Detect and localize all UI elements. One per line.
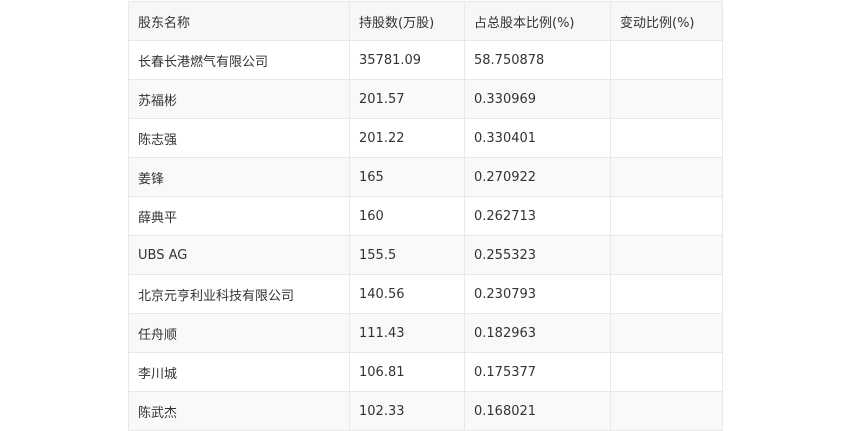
cell-shares-held: 165: [349, 157, 465, 197]
cell-share-ratio: 0.255323: [464, 235, 611, 275]
cell-shareholder-name: 北京元亨利业科技有限公司: [128, 274, 350, 314]
cell-change-ratio: [610, 391, 723, 431]
cell-share-ratio: 0.262713: [464, 196, 611, 236]
cell-share-ratio: 0.270922: [464, 157, 611, 197]
cell-shares-held: 201.22: [349, 118, 465, 158]
cell-shareholder-name: 薛典平: [128, 196, 350, 236]
cell-share-ratio: 0.330401: [464, 118, 611, 158]
cell-shares-held: 35781.09: [349, 40, 465, 80]
cell-shares-held: 160: [349, 196, 465, 236]
cell-share-ratio: 58.750878: [464, 40, 611, 80]
cell-change-ratio: [610, 157, 723, 197]
table-row: UBS AG 155.5 0.255323: [128, 235, 723, 275]
shareholder-table-container: 股东名称 持股数(万股) 占总股本比例(%) 变动比例(%) 长春长港燃气有限公…: [128, 1, 723, 431]
cell-shareholder-name: UBS AG: [128, 235, 350, 275]
cell-shares-held: 106.81: [349, 352, 465, 392]
cell-shareholder-name: 姜锋: [128, 157, 350, 197]
table-row: 薛典平 160 0.262713: [128, 196, 723, 236]
cell-share-ratio: 0.330969: [464, 79, 611, 119]
cell-change-ratio: [610, 274, 723, 314]
cell-shareholder-name: 陈武杰: [128, 391, 350, 431]
table-row: 任舟顺 111.43 0.182963: [128, 313, 723, 353]
cell-shareholder-name: 长春长港燃气有限公司: [128, 40, 350, 80]
cell-shareholder-name: 陈志强: [128, 118, 350, 158]
cell-share-ratio: 0.168021: [464, 391, 611, 431]
header-share-ratio: 占总股本比例(%): [464, 1, 611, 41]
shareholder-table: 股东名称 持股数(万股) 占总股本比例(%) 变动比例(%) 长春长港燃气有限公…: [128, 1, 723, 431]
cell-shares-held: 201.57: [349, 79, 465, 119]
cell-change-ratio: [610, 40, 723, 80]
cell-shares-held: 140.56: [349, 274, 465, 314]
table-row: 长春长港燃气有限公司 35781.09 58.750878: [128, 40, 723, 80]
cell-shareholder-name: 李川城: [128, 352, 350, 392]
cell-share-ratio: 0.182963: [464, 313, 611, 353]
table-row: 李川城 106.81 0.175377: [128, 352, 723, 392]
table-body: 长春长港燃气有限公司 35781.09 58.750878 苏福彬 201.57…: [128, 40, 723, 431]
cell-shareholder-name: 苏福彬: [128, 79, 350, 119]
cell-share-ratio: 0.175377: [464, 352, 611, 392]
cell-change-ratio: [610, 352, 723, 392]
header-shares-held: 持股数(万股): [349, 1, 465, 41]
header-row: 股东名称 持股数(万股) 占总股本比例(%) 变动比例(%): [128, 1, 723, 41]
table-row: 北京元亨利业科技有限公司 140.56 0.230793: [128, 274, 723, 314]
table-row: 陈志强 201.22 0.330401: [128, 118, 723, 158]
cell-shares-held: 102.33: [349, 391, 465, 431]
cell-change-ratio: [610, 79, 723, 119]
header-change-ratio: 变动比例(%): [610, 1, 723, 41]
table-row: 陈武杰 102.33 0.168021: [128, 391, 723, 431]
cell-shares-held: 111.43: [349, 313, 465, 353]
cell-share-ratio: 0.230793: [464, 274, 611, 314]
table-row: 苏福彬 201.57 0.330969: [128, 79, 723, 119]
table-row: 姜锋 165 0.270922: [128, 157, 723, 197]
cell-change-ratio: [610, 118, 723, 158]
header-shareholder-name: 股东名称: [128, 1, 350, 41]
cell-shareholder-name: 任舟顺: [128, 313, 350, 353]
cell-change-ratio: [610, 313, 723, 353]
cell-shares-held: 155.5: [349, 235, 465, 275]
cell-change-ratio: [610, 235, 723, 275]
table-header: 股东名称 持股数(万股) 占总股本比例(%) 变动比例(%): [128, 1, 723, 41]
cell-change-ratio: [610, 196, 723, 236]
